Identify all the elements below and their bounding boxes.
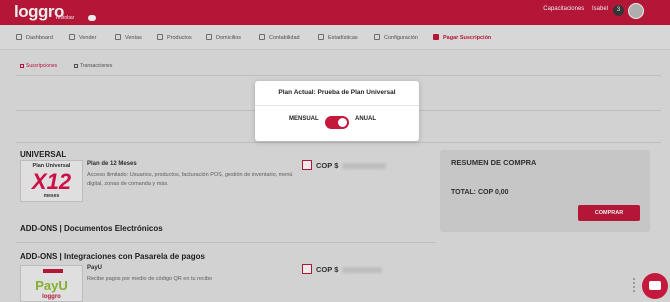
modal-backdrop[interactable]	[0, 0, 670, 302]
toggle-knob	[338, 118, 347, 127]
chat-icon	[649, 281, 661, 290]
divider	[255, 105, 419, 106]
billing-toggle[interactable]	[325, 116, 349, 129]
modal-title: Plan Actual: Prueba de Plan Universal	[278, 89, 396, 96]
chat-handle-icon[interactable]	[633, 278, 637, 294]
plan-modal: Plan Actual: Prueba de Plan Universal ME…	[255, 81, 419, 141]
monthly-label: MENSUAL	[289, 116, 319, 122]
chat-button[interactable]	[642, 273, 668, 299]
annual-label: ANUAL	[355, 116, 376, 122]
